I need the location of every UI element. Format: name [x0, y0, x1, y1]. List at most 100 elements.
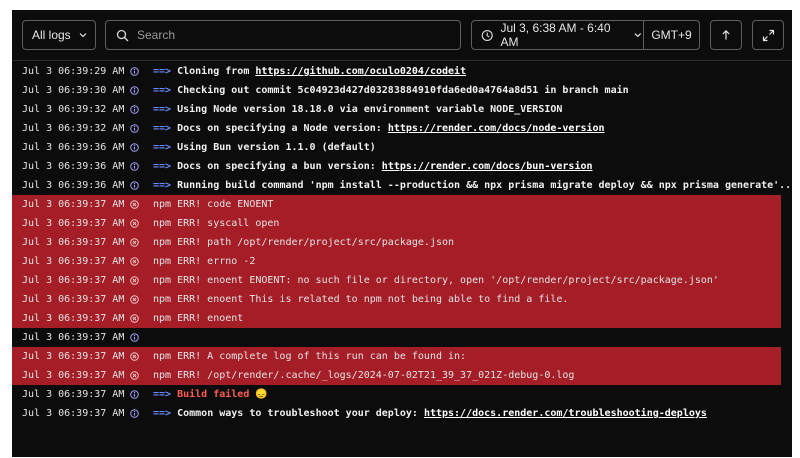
log-timestamp: Jul 3 06:39:36 AM — [22, 180, 125, 191]
log-text: Build failed 😞 — [177, 389, 268, 400]
log-text: Running build command 'npm install --pro… — [177, 180, 792, 191]
info-icon — [130, 181, 139, 190]
log-text: npm ERR! A complete log of this run can … — [153, 351, 467, 362]
log-arrow: ==> — [153, 85, 178, 96]
log-timestamp: Jul 3 06:39:36 AM — [22, 142, 125, 153]
log-arrow: ==> — [153, 66, 178, 77]
log-timestamp: Jul 3 06:39:32 AM — [22, 104, 125, 115]
log-timestamp: Jul 3 06:39:37 AM — [22, 294, 125, 305]
info-icon — [130, 124, 139, 133]
log-message: ==> Common ways to troubleshoot your dep… — [153, 404, 707, 423]
info-icon — [130, 162, 139, 171]
clock-icon — [481, 29, 493, 41]
scroll-to-top-button[interactable] — [710, 20, 742, 50]
log-arrow: ==> — [153, 104, 178, 115]
log-line: Jul 3 06:39:30 AM ==> Checking out commit… — [12, 81, 792, 100]
log-arrow: ==> — [153, 389, 178, 400]
log-line: Jul 3 06:39:29 AM ==> Cloning from https:… — [12, 62, 792, 81]
time-range-selector[interactable]: Jul 3, 6:38 AM - 6:40 AM — [472, 21, 644, 49]
search-icon — [116, 29, 129, 41]
log-text: npm ERR! enoent ENOENT: no such file or … — [153, 275, 719, 286]
log-line-error: Jul 3 06:39:37 AM npm ERR! /opt/render/.c… — [12, 366, 781, 385]
log-line-error: Jul 3 06:39:37 AM npm ERR! errno -2 — [12, 252, 781, 271]
log-message: npm ERR! syscall open — [153, 214, 279, 233]
log-filter-dropdown[interactable]: All logs — [22, 20, 96, 50]
log-timestamp: Jul 3 06:39:30 AM — [22, 85, 125, 96]
timezone-button[interactable]: GMT+9 — [644, 28, 699, 42]
log-link[interactable]: https://render.com/docs/node-version — [388, 123, 605, 134]
log-message: ==> Build failed 😞 — [153, 385, 268, 404]
logs-panel: All logs Jul 3, 6:38 AM - 6:40 AM GMT+9 … — [12, 10, 792, 457]
error-icon — [130, 276, 139, 285]
time-range-label: Jul 3, 6:38 AM - 6:40 AM — [500, 21, 611, 49]
info-icon — [130, 86, 139, 95]
log-message: npm ERR! errno -2 — [153, 252, 255, 271]
log-text: npm ERR! enoent This is related to npm n… — [153, 294, 569, 305]
log-text: npm ERR! /opt/render/.cache/_logs/2024-0… — [153, 370, 575, 381]
error-icon — [130, 371, 139, 380]
log-timestamp: Jul 3 06:39:37 AM — [22, 408, 125, 419]
log-line-error: Jul 3 06:39:37 AM npm ERR! A complete log… — [12, 347, 781, 366]
info-icon — [130, 105, 139, 114]
log-link[interactable]: https://github.com/oculo0204/codeit — [255, 66, 466, 77]
log-message: npm ERR! A complete log of this run can … — [153, 347, 466, 366]
log-timestamp: Jul 3 06:39:37 AM — [22, 313, 125, 324]
log-message: ==> Checking out commit 5c04923d427d0328… — [153, 81, 629, 100]
log-message: npm ERR! /opt/render/.cache/_logs/2024-0… — [153, 366, 574, 385]
log-line: Jul 3 06:39:32 AM ==> Docs on specifying … — [12, 119, 792, 138]
info-icon — [130, 409, 139, 418]
log-message: ==> Docs on specifying a Node version: h… — [153, 119, 605, 138]
log-line-error: Jul 3 06:39:37 AM npm ERR! enoent This is… — [12, 290, 781, 309]
log-text: npm ERR! errno -2 — [153, 256, 256, 267]
error-icon — [130, 219, 139, 228]
log-text: Docs on specifying a Node version: — [177, 123, 388, 134]
log-line: Jul 3 06:39:36 AM ==> Docs on specifying … — [12, 157, 792, 176]
search-input[interactable] — [135, 27, 439, 43]
arrow-up-icon — [722, 29, 730, 40]
search-box[interactable] — [105, 20, 461, 50]
log-line-error: Jul 3 06:39:37 AM npm ERR! code ENOENT — [12, 195, 781, 214]
log-timestamp: Jul 3 06:39:29 AM — [22, 66, 125, 77]
log-timestamp: Jul 3 06:39:37 AM — [22, 370, 125, 381]
log-timestamp: Jul 3 06:39:37 AM — [22, 237, 125, 248]
log-timestamp: Jul 3 06:39:37 AM — [22, 389, 125, 400]
log-timestamp: Jul 3 06:39:37 AM — [22, 256, 125, 267]
error-icon — [130, 238, 139, 247]
log-line: Jul 3 06:39:37 AM ==> Build failed 😞 — [12, 385, 792, 404]
log-text: Using Node version 18.18.0 via environme… — [177, 104, 563, 115]
log-arrow: ==> — [153, 123, 178, 134]
fullscreen-button[interactable] — [752, 20, 784, 50]
error-icon — [130, 314, 139, 323]
log-text: npm ERR! syscall open — [153, 218, 280, 229]
log-link[interactable]: https://docs.render.com/troubleshooting-… — [424, 408, 707, 419]
log-timestamp: Jul 3 06:39:37 AM — [22, 275, 125, 286]
time-range-picker[interactable]: Jul 3, 6:38 AM - 6:40 AM GMT+9 — [471, 20, 700, 50]
log-timestamp: Jul 3 06:39:37 AM — [22, 351, 125, 362]
log-message: ==> Using Bun version 1.1.0 (default) — [153, 138, 376, 157]
expand-icon — [762, 29, 774, 41]
log-message: ==> Docs on specifying a bun version: ht… — [153, 157, 593, 176]
log-timestamp: Jul 3 06:39:37 AM — [22, 218, 125, 229]
log-filter-label: All logs — [32, 28, 71, 42]
log-arrow: ==> — [153, 161, 178, 172]
log-message: npm ERR! path /opt/render/project/src/pa… — [153, 233, 454, 252]
error-icon — [130, 200, 139, 209]
info-icon — [130, 67, 139, 76]
log-text: npm ERR! path /opt/render/project/src/pa… — [153, 237, 455, 248]
log-timestamp: Jul 3 06:39:32 AM — [22, 123, 125, 134]
error-icon — [130, 352, 139, 361]
log-line-error: Jul 3 06:39:37 AM npm ERR! enoent ENOENT:… — [12, 271, 781, 290]
log-line: Jul 3 06:39:36 AM ==> Running build comma… — [12, 176, 792, 195]
log-text: Cloning from — [177, 66, 256, 77]
log-timestamp: Jul 3 06:39:37 AM — [22, 332, 125, 343]
log-text: Common ways to troubleshoot your deploy: — [177, 408, 424, 419]
log-line: Jul 3 06:39:37 AM ==> Common ways to trou… — [12, 404, 792, 423]
chevron-down-icon — [634, 33, 642, 38]
error-icon — [130, 257, 139, 266]
log-arrow: ==> — [153, 180, 178, 191]
log-link[interactable]: https://render.com/docs/bun-version — [382, 161, 593, 172]
log-arrow: ==> — [153, 142, 178, 153]
log-message: ==> Cloning from https://github.com/ocul… — [153, 62, 466, 81]
log-line: Jul 3 06:39:37 AM — [12, 328, 792, 347]
log-line: Jul 3 06:39:36 AM ==> Using Bun version 1… — [12, 138, 792, 157]
